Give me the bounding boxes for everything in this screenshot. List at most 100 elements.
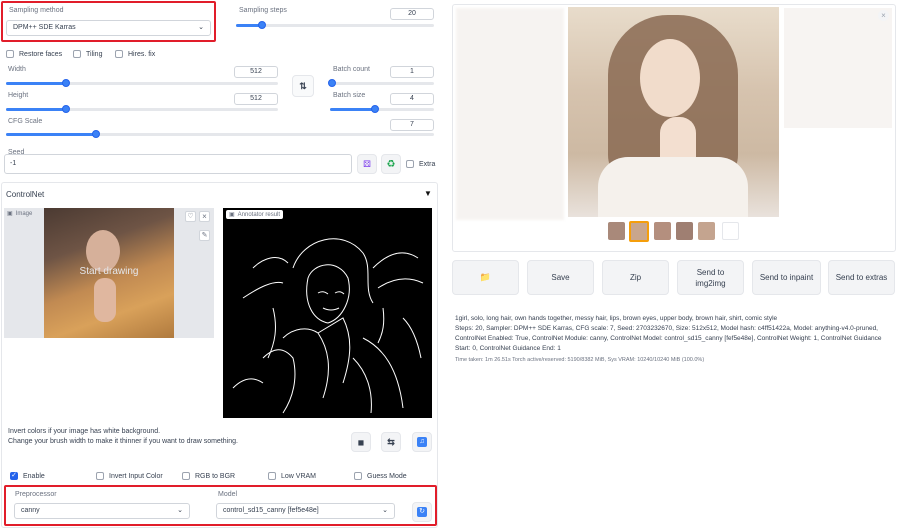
rgb-to-bgr-checkbox[interactable]: RGB to BGR — [182, 472, 235, 480]
blurred-thumbnails — [784, 8, 892, 128]
save-button[interactable]: Save — [527, 260, 594, 295]
batch-size-slider[interactable] — [330, 105, 434, 113]
model-label: Model — [218, 491, 238, 498]
refresh-models-button[interactable]: ↻ — [412, 502, 432, 522]
canny-edges — [232, 238, 424, 414]
random-seed-button[interactable]: ⚄ — [357, 154, 377, 174]
width-slider[interactable] — [6, 79, 278, 87]
slider-fill — [6, 133, 96, 136]
swap-dimensions-button[interactable]: ⇅ — [292, 75, 314, 97]
rgb-to-bgr-label: RGB to BGR — [195, 472, 236, 480]
shirt-shape — [598, 157, 748, 217]
gallery-thumbnail[interactable] — [608, 222, 625, 240]
preprocessor-select[interactable]: canny ⌄ — [14, 503, 190, 519]
slider-thumb[interactable] — [61, 79, 70, 87]
model-value: control_sd15_canny [fef5e48e] — [223, 507, 319, 514]
preprocessor-label: Preprocessor — [15, 491, 57, 498]
slider-thumb[interactable] — [370, 105, 379, 113]
swap-icon: ⇅ — [299, 80, 307, 91]
collapse-triangle-icon[interactable]: ▼ — [424, 189, 432, 198]
annotator-result: ▣ Annotator result — [223, 208, 432, 418]
cfg-scale-input[interactable]: 7 — [390, 119, 434, 131]
hires-fix-label: Hires. fix — [128, 50, 156, 58]
checkbox-box[interactable] — [268, 472, 276, 480]
checkbox-box[interactable] — [96, 472, 104, 480]
close-icon[interactable]: × — [878, 10, 889, 21]
checkbox-box[interactable]: ✓ — [10, 472, 18, 480]
seed-input[interactable]: -1 — [4, 154, 352, 174]
upload-icon: ♫ — [417, 437, 427, 447]
sampling-method-value: DPM++ SDE Karras — [13, 24, 76, 31]
gallery-thumbnail[interactable] — [722, 222, 739, 240]
image-icon: ▣ — [7, 211, 13, 217]
send-extras-label: Send to extras — [835, 273, 888, 282]
sampling-steps-slider[interactable] — [236, 21, 434, 29]
swap-images-button[interactable]: ⇆ — [381, 432, 401, 452]
restore-faces-checkbox[interactable]: Restore faces — [6, 50, 62, 58]
sampling-method-label: Sampling method — [9, 7, 64, 14]
cfg-scale-slider[interactable] — [6, 130, 434, 138]
open-folder-button[interactable]: 📁 — [452, 260, 519, 295]
low-vram-checkbox[interactable]: Low VRAM — [268, 472, 316, 480]
checkbox-box[interactable] — [354, 472, 362, 480]
send-to-extras-button[interactable]: Send to extras — [828, 260, 895, 295]
image-label-text: Image — [15, 210, 33, 217]
tiling-checkbox[interactable]: Tiling — [73, 50, 102, 58]
send-pose-button[interactable]: ♫ — [412, 432, 432, 452]
checkbox-box[interactable] — [73, 50, 81, 58]
checkbox-box[interactable] — [182, 472, 190, 480]
start-drawing-overlay: Start drawing — [79, 266, 139, 277]
guess-mode-checkbox[interactable]: Guess Mode — [354, 472, 407, 480]
batch-count-input[interactable]: 1 — [390, 66, 434, 78]
invert-input-label: Invert Input Color — [109, 472, 163, 480]
brush-icon[interactable]: ♡ — [185, 211, 196, 222]
gallery-thumbnail[interactable] — [698, 222, 715, 240]
sampling-method-select[interactable]: DPM++ SDE Karras ⌄ — [6, 20, 211, 36]
face-shape — [640, 39, 700, 117]
height-slider[interactable] — [6, 105, 278, 113]
generation-time: Time taken: 1m 26.51s Torch active/reser… — [455, 357, 705, 363]
close-icon[interactable]: × — [199, 211, 210, 222]
slider-thumb[interactable] — [328, 79, 337, 87]
restore-faces-label: Restore faces — [19, 50, 63, 58]
extra-seed-checkbox[interactable]: Extra — [406, 160, 435, 168]
chevron-down-icon: ⌄ — [382, 507, 388, 514]
folder-icon: 📁 — [479, 272, 492, 282]
generated-image[interactable] — [568, 7, 779, 217]
batch-size-input[interactable]: 4 — [390, 93, 434, 105]
gallery-thumbnail[interactable] — [676, 222, 693, 240]
gallery-thumbnail-selected[interactable] — [629, 221, 649, 242]
blurred-thumbnails — [456, 8, 564, 220]
enable-label: Enable — [23, 472, 45, 480]
send-to-img2img-button[interactable]: Send to img2img — [677, 260, 744, 295]
enable-checkbox[interactable]: ✓ Enable — [10, 472, 45, 480]
hands-shape — [94, 278, 116, 322]
generation-params: Steps: 20, Sampler: DPM++ SDE Karras, CF… — [455, 325, 882, 352]
image-canvas[interactable]: ▣ Image Start drawing ♡ × ✎ — [4, 208, 214, 338]
hires-fix-checkbox[interactable]: Hires. fix — [115, 50, 155, 58]
batch-count-slider[interactable] — [328, 79, 434, 87]
low-vram-label: Low VRAM — [281, 472, 317, 480]
width-input[interactable]: 512 — [234, 66, 278, 78]
checkbox-box[interactable] — [6, 50, 14, 58]
checkbox-box[interactable] — [406, 160, 414, 168]
height-label: Height — [8, 92, 29, 99]
edit-icon[interactable]: ✎ — [199, 230, 210, 241]
model-select[interactable]: control_sd15_canny [fef5e48e] ⌄ — [216, 503, 395, 519]
checkbox-box[interactable] — [115, 50, 123, 58]
invert-input-checkbox[interactable]: Invert Input Color — [96, 472, 163, 480]
gallery-thumbnail[interactable] — [654, 222, 671, 240]
slider-thumb[interactable] — [91, 130, 100, 138]
slider-thumb[interactable] — [61, 105, 70, 113]
reuse-seed-button[interactable]: ♻ — [381, 154, 401, 174]
sampling-steps-label: Sampling steps — [239, 7, 287, 14]
zip-button[interactable]: Zip — [602, 260, 669, 295]
camera-icon: ◼ — [357, 437, 365, 447]
height-input[interactable]: 512 — [234, 93, 278, 105]
chevron-down-icon: ⌄ — [177, 507, 183, 514]
slider-thumb[interactable] — [257, 21, 266, 29]
send-to-inpaint-button[interactable]: Send to inpaint — [752, 260, 821, 295]
camera-button[interactable]: ◼ — [351, 432, 371, 452]
sampling-steps-input[interactable]: 20 — [390, 8, 434, 20]
width-label: Width — [8, 66, 26, 73]
